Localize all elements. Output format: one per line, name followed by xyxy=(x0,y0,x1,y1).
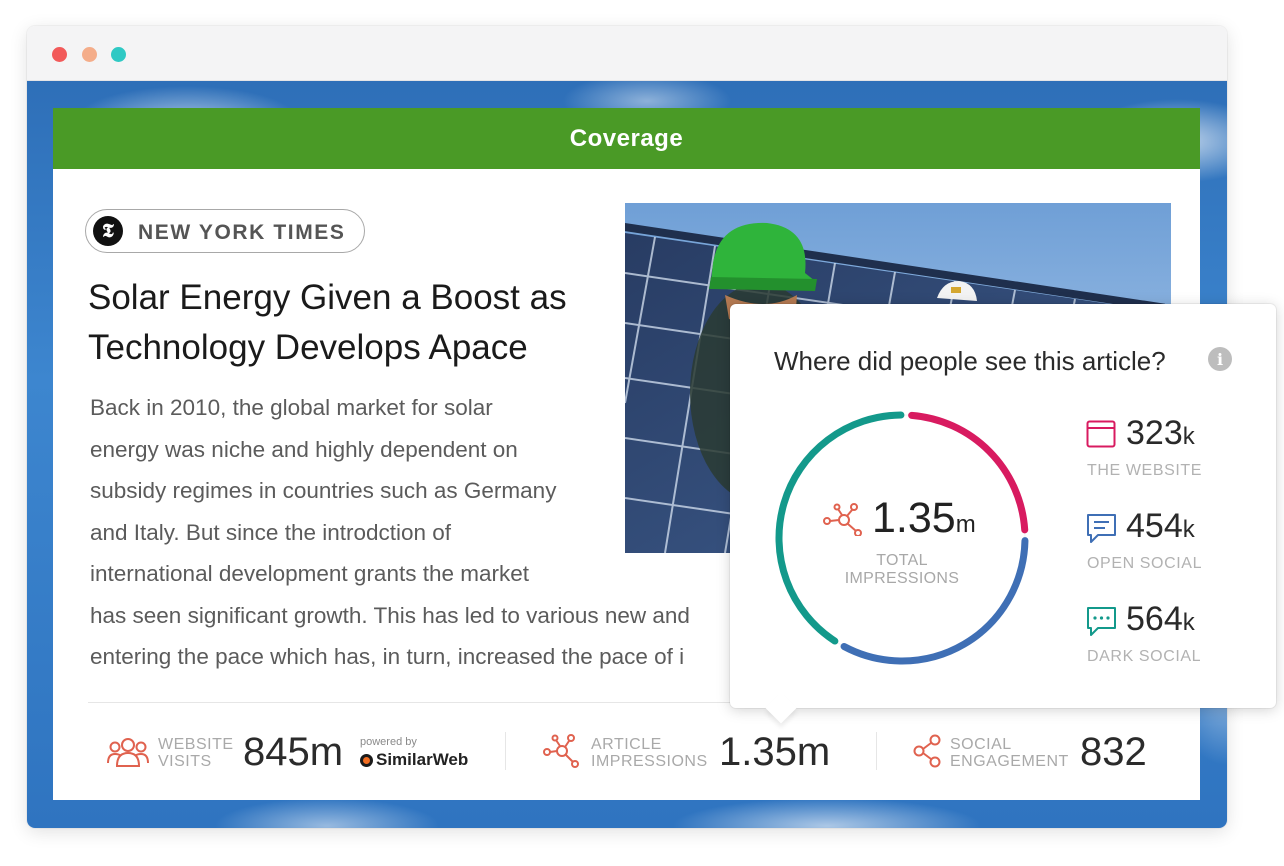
website-visits-value: 845m xyxy=(243,730,344,774)
window-titlebar xyxy=(27,26,1227,81)
info-icon[interactable]: i xyxy=(1208,347,1232,371)
nyt-logo-icon: 𝕿 xyxy=(93,216,123,246)
channel-unit: k xyxy=(1182,516,1195,543)
network-icon xyxy=(823,503,862,536)
label-line: TOTAL xyxy=(876,552,928,569)
impressions-popover: Where did people see this article? i 1.3… xyxy=(730,304,1276,724)
stat-divider xyxy=(505,732,506,770)
label-line: VISITS xyxy=(158,753,212,770)
label-line: ARTICLE xyxy=(591,736,662,753)
excerpt-line: Back in 2010, the global market for sola… xyxy=(90,395,493,420)
total-impressions-label: TOTAL IMPRESSIONS xyxy=(840,552,964,588)
card-title: Coverage xyxy=(53,108,1200,169)
label-line: WEBSITE xyxy=(158,736,234,753)
browser-icon xyxy=(1086,420,1116,448)
chat-icon xyxy=(1087,514,1116,543)
minimize-window-button[interactable] xyxy=(82,47,97,62)
channel-number: 564 xyxy=(1126,600,1183,638)
article-excerpt: Back in 2010, the global market for sola… xyxy=(90,387,690,678)
stats-bar: WEBSITE VISITS 845m powered by SimilarWe… xyxy=(53,708,1200,798)
zoom-window-button[interactable] xyxy=(111,47,126,62)
total-number: 1.35 xyxy=(872,494,956,542)
headline-line: Solar Energy Given a Boost as xyxy=(88,278,567,317)
stat-divider xyxy=(876,732,877,770)
share-icon xyxy=(913,734,941,768)
chat-dots-icon xyxy=(1087,607,1116,636)
website-visits-label: WEBSITE VISITS xyxy=(158,736,234,770)
article-headline[interactable]: Solar Energy Given a Boost as Technology… xyxy=(88,273,608,373)
channel-unit: k xyxy=(1182,423,1195,450)
channel-number: 454 xyxy=(1126,507,1183,545)
source-badge[interactable]: 𝕿 NEW YORK TIMES xyxy=(85,209,365,253)
channel-label: OPEN SOCIAL xyxy=(1087,555,1203,572)
social-engagement-value: 832 xyxy=(1080,730,1147,774)
excerpt-line: entering the pace which has, in turn, in… xyxy=(90,644,685,669)
popover-title: Where did people see this article? xyxy=(774,346,1166,376)
channel-unit: k xyxy=(1182,609,1195,636)
label-line: ENGAGEMENT xyxy=(950,753,1069,770)
excerpt-line: energy was niche and highly dependent on xyxy=(90,436,518,462)
total-unit: m xyxy=(955,511,976,538)
similarweb-mark-icon xyxy=(360,753,373,767)
powered-by-label: powered by xyxy=(360,736,417,748)
channel-label: THE WEBSITE xyxy=(1087,462,1203,479)
social-engagement-label: SOCIAL ENGAGEMENT xyxy=(950,736,1069,770)
excerpt-line: international development grants the mar… xyxy=(90,561,530,586)
source-name: NEW YORK TIMES xyxy=(138,221,346,244)
channel-label: DARK SOCIAL xyxy=(1087,648,1202,665)
excerpt-line: has seen significant growth. This has le… xyxy=(90,602,690,628)
label-line: IMPRESSIONS xyxy=(844,570,960,587)
network-icon xyxy=(543,734,579,768)
article-impressions-label: ARTICLE IMPRESSIONS xyxy=(591,736,708,770)
excerpt-line: subsidy regimes in countries such as Ger… xyxy=(90,478,557,503)
similarweb-logo: SimilarWeb xyxy=(360,750,468,770)
channel-value: 564k xyxy=(1126,600,1195,639)
people-icon xyxy=(107,738,149,767)
excerpt-line: and Italy. But since the introdction of xyxy=(90,519,452,545)
total-impressions-value: 1.35m xyxy=(872,494,976,543)
headline-line: Technology Develops Apace xyxy=(88,328,528,367)
channel-value: 323k xyxy=(1126,414,1195,453)
article-impressions-value[interactable]: 1.35m xyxy=(719,730,830,775)
label-line: SOCIAL xyxy=(950,736,1012,753)
close-window-button[interactable] xyxy=(52,47,67,62)
channel-number: 323 xyxy=(1126,414,1183,452)
provider-name: SimilarWeb xyxy=(376,750,469,769)
channel-value: 454k xyxy=(1126,507,1195,546)
label-line: IMPRESSIONS xyxy=(591,753,708,770)
